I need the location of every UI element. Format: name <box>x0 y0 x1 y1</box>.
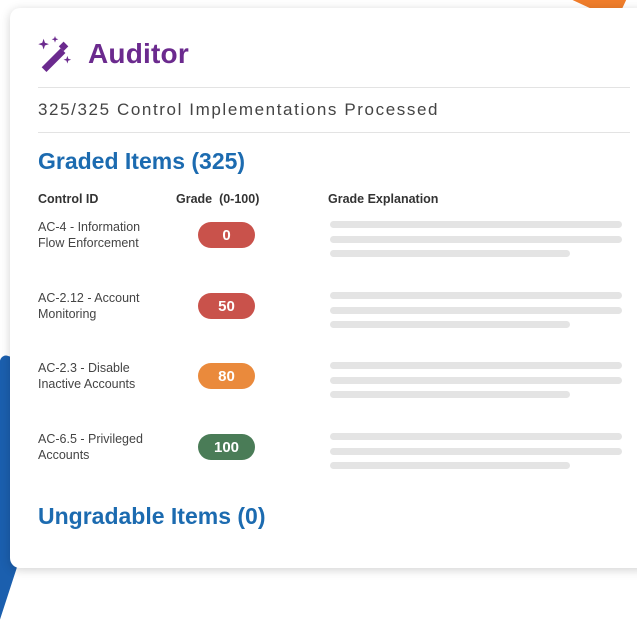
explanation-placeholder-line <box>330 250 570 257</box>
control-id-cell: AC-6.5 - Privileged Accounts <box>38 432 143 462</box>
header-divider <box>38 87 630 88</box>
processing-status: 325/325 Control Implementations Processe… <box>38 100 440 119</box>
explanation-placeholder-line <box>330 433 622 440</box>
explanation-placeholder-line <box>330 221 622 228</box>
table-row[interactable]: AC-2.3 - Disable Inactive Accounts 80 <box>10 360 637 420</box>
magic-wand-icon <box>38 35 72 73</box>
explanation-placeholder-line <box>330 391 570 398</box>
control-id-cell: AC-2.12 - Account Monitoring <box>38 291 140 321</box>
ungradable-items-title: Ungradable Items (0) <box>38 503 266 529</box>
explanation-placeholder-line <box>330 462 570 469</box>
explanation-placeholder-line <box>330 448 622 455</box>
column-header-control-id: Control ID <box>38 192 99 206</box>
grade-badge: 100 <box>198 434 255 460</box>
control-id-cell: AC-2.3 - Disable Inactive Accounts <box>38 361 136 391</box>
graded-items-title: Graded Items (325) <box>38 148 246 174</box>
control-id-cell: AC-4 - Information Flow Enforcement <box>38 220 141 250</box>
explanation-placeholder-line <box>330 377 622 384</box>
explanation-placeholder-line <box>330 292 622 299</box>
grade-badge: 50 <box>198 293 255 319</box>
column-header-grade: Grade (0-100) <box>176 192 260 206</box>
status-divider <box>38 132 630 133</box>
grade-badge: 80 <box>198 363 255 389</box>
explanation-placeholder-line <box>330 321 570 328</box>
explanation-placeholder-line <box>330 362 622 369</box>
table-row[interactable]: AC-6.5 - Privileged Accounts 100 <box>10 431 637 491</box>
auditor-card: Auditor 325/325 Control Implementations … <box>10 8 637 568</box>
explanation-placeholder-line <box>330 307 622 314</box>
table-row[interactable]: AC-2.12 - Account Monitoring 50 <box>10 290 637 350</box>
app-header: Auditor <box>36 34 189 74</box>
app-title: Auditor <box>88 38 189 69</box>
table-row[interactable]: AC-4 - Information Flow Enforcement 0 <box>10 219 637 279</box>
column-header-grade-explanation: Grade Explanation <box>328 192 439 206</box>
explanation-placeholder-line <box>330 236 622 243</box>
grade-badge: 0 <box>198 222 255 248</box>
